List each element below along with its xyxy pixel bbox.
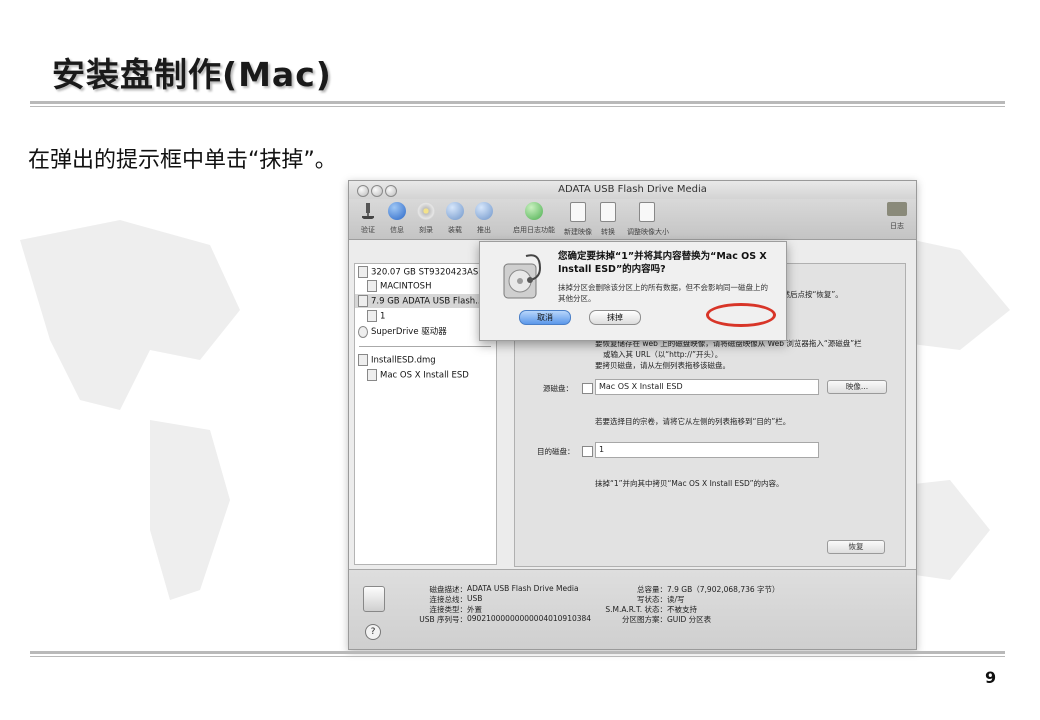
sidebar-item-hdd[interactable]: 320.07 GB ST9320423AS <box>358 266 478 278</box>
title-rule-thin <box>30 106 1005 107</box>
sidebar-item-usb[interactable]: 7.9 GB ADATA USB Flash... <box>358 295 483 307</box>
log-icon <box>887 202 907 216</box>
info-icon <box>388 202 406 220</box>
dest-label: 目的磁盘： <box>537 447 575 456</box>
footer-rule-thin <box>30 656 1005 657</box>
cancel-button[interactable]: 取消 <box>519 310 571 325</box>
page-number: 9 <box>985 668 997 687</box>
sidebar-item-macintosh[interactable]: MACINTOSH <box>367 280 431 292</box>
restore-bullet-web-cont: 或输入其 URL（以“http://”开头）。 <box>603 350 723 359</box>
sidebar-divider <box>359 346 491 347</box>
source-disk-icon <box>582 383 593 394</box>
convert-icon <box>600 202 616 222</box>
burn-icon <box>417 202 435 220</box>
toolbar-convert[interactable]: 转换 <box>593 202 623 237</box>
image-button[interactable]: 映像... <box>827 380 887 394</box>
source-field[interactable]: Mac OS X Install ESD <box>595 379 819 395</box>
dest-disk-icon <box>582 446 593 457</box>
slide-title: 安装盘制作(Mac) <box>52 55 332 94</box>
usb-drive-icon <box>358 295 368 307</box>
restore-summary: 抹掉“1”并向其中拷贝“Mac OS X Install ESD”的内容。 <box>595 479 784 488</box>
restore-bullet-copy: 要拷贝磁盘，请从左侧列表拖移该磁盘。 <box>595 361 730 370</box>
dest-hint: 若要选择目的宗卷，请将它从左侧的列表拖移到“目的”栏。 <box>595 417 791 426</box>
toolbar-mount[interactable]: 装载 <box>440 202 470 235</box>
window-titlebar: ADATA USB Flash Drive Media <box>349 181 916 200</box>
toolbar-enable-journal[interactable]: 启用日志功能 <box>509 202 559 235</box>
resize-image-icon <box>639 202 655 222</box>
instruction-text: 在弹出的提示框中单击“抹掉”。 <box>28 148 337 173</box>
toolbar-info[interactable]: 信息 <box>382 202 412 235</box>
connection-bus: USB <box>467 594 483 603</box>
volume-icon <box>367 280 377 292</box>
disk-info-bar: ? 磁盘描述： ADATA USB Flash Drive Media 连接总线… <box>349 569 916 649</box>
help-icon[interactable]: ? <box>365 624 381 640</box>
microscope-icon <box>362 203 374 219</box>
dest-field[interactable]: 1 <box>595 442 819 458</box>
superdrive-icon <box>358 325 368 338</box>
dialog-message: 抹掉分区会删除该分区上的所有数据，但不会影响同一磁盘上的其他分区。 <box>558 283 768 303</box>
toolbar-new-image[interactable]: 新建映像 <box>563 202 593 237</box>
sidebar-item-superdrive[interactable]: SuperDrive 驱动器 <box>358 325 447 338</box>
volume-icon <box>367 310 377 322</box>
mount-icon <box>446 202 464 220</box>
sidebar-item-volume-1[interactable]: 1 <box>367 310 385 322</box>
disk-utility-icon <box>503 254 542 299</box>
toolbar: 验证 信息 刻录 装载 推出 启用日志功能 新建映像 转换 调整映像大小 日志 <box>349 199 916 240</box>
usb-drive-icon <box>363 586 385 612</box>
title-rule <box>30 101 1005 104</box>
sidebar-item-dmg[interactable]: InstallESD.dmg <box>358 354 436 366</box>
volume-icon <box>367 369 377 381</box>
toolbar-log[interactable]: 日志 <box>882 202 912 231</box>
disk-list[interactable]: 320.07 GB ST9320423AS MACINTOSH 7.9 GB A… <box>354 263 497 565</box>
sidebar-item-install-esd[interactable]: Mac OS X Install ESD <box>367 369 469 381</box>
toolbar-eject[interactable]: 推出 <box>469 202 499 235</box>
footer-rule <box>30 651 1005 654</box>
journal-icon <box>525 202 543 220</box>
toolbar-resize-image[interactable]: 调整映像大小 <box>627 202 669 237</box>
dialog-title: 您确定要抹掉“1”并将其内容替换为“Mac OS X Install ESD”的… <box>558 251 767 275</box>
partition-scheme: GUID 分区表 <box>667 615 712 624</box>
erase-button[interactable]: 抹掉 <box>589 310 641 325</box>
eject-icon <box>475 202 493 220</box>
new-image-icon <box>570 202 586 222</box>
dmg-icon <box>358 354 368 366</box>
toolbar-verify[interactable]: 验证 <box>353 202 383 235</box>
restore-button[interactable]: 恢复 <box>827 540 885 554</box>
source-label: 源磁盘： <box>543 384 573 393</box>
disk-utility-window: ADATA USB Flash Drive Media 验证 信息 刻录 装载 … <box>348 180 917 650</box>
toolbar-burn[interactable]: 刻录 <box>411 202 441 235</box>
drive-icon <box>358 266 368 278</box>
highlight-ellipse <box>706 303 776 327</box>
window-title: ADATA USB Flash Drive Media <box>558 184 707 195</box>
